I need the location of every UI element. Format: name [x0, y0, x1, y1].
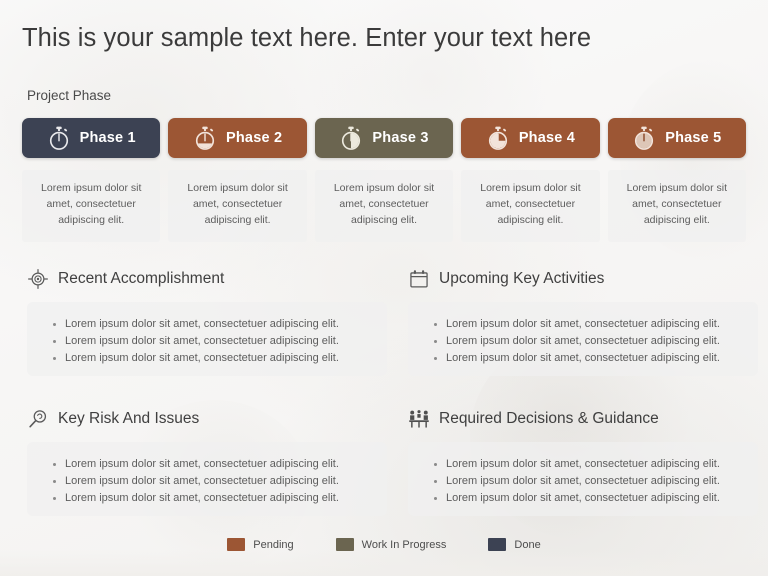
background-bottom-strip: [0, 550, 768, 576]
list-item: Lorem ipsum dolor sit amet, consectetuer…: [434, 490, 742, 507]
phase-pill-2[interactable]: Phase 2: [168, 118, 307, 158]
phase-body-4: Lorem ipsum dolor sit amet, consectetuer…: [461, 170, 600, 242]
stopwatch-icon: [49, 126, 68, 150]
stopwatch-icon: [342, 126, 361, 150]
phase-body-5: Lorem ipsum dolor sit amet, consectetuer…: [607, 170, 747, 242]
list-item: Lorem ipsum dolor sit amet, consectetuer…: [434, 456, 742, 473]
stopwatch-icon: [488, 126, 507, 150]
phase-pill-4[interactable]: Phase 4: [461, 118, 600, 158]
phase-body-3: Lorem ipsum dolor sit amet, consectetuer…: [314, 170, 454, 242]
section-title: Upcoming Key Activities: [439, 270, 605, 287]
phase-card-1[interactable]: Phase 1 Lorem ipsum dolor sit amet, cons…: [22, 118, 161, 242]
legend-item-done: Done: [488, 538, 541, 551]
section-title: Key Risk And Issues: [58, 410, 200, 427]
legend-item-work-in-progress: Work In Progress: [335, 538, 447, 551]
list-item: Lorem ipsum dolor sit amet, consectetuer…: [434, 350, 742, 367]
list-item: Lorem ipsum dolor sit amet, consectetuer…: [53, 316, 371, 333]
slide-canvas: This is your sample text here. Enter you…: [0, 0, 768, 576]
section-upcoming-key-activities: Upcoming Key Activities Lorem ipsum dolo…: [408, 266, 758, 376]
phase-card-2[interactable]: Phase 2 Lorem ipsum dolor sit amet, cons…: [168, 118, 307, 242]
section-body: Lorem ipsum dolor sit amet, consectetuer…: [408, 442, 758, 516]
page-title: This is your sample text here. Enter you…: [22, 24, 592, 52]
bullet-list: Lorem ipsum dolor sit amet, consectetuer…: [424, 316, 742, 367]
section-required-decisions-and-guidance: Required Decisions & Guidance Lorem ipsu…: [408, 406, 758, 516]
list-item: Lorem ipsum dolor sit amet, consectetuer…: [53, 473, 371, 490]
list-item: Lorem ipsum dolor sit amet, consectetuer…: [434, 333, 742, 350]
bullet-list: Lorem ipsum dolor sit amet, consectetuer…: [424, 456, 742, 507]
section-body: Lorem ipsum dolor sit amet, consectetuer…: [27, 442, 387, 516]
legend-label-pending: Pending: [253, 538, 294, 551]
section-recent-accomplishment: Recent Accomplishment Lorem ipsum dolor …: [27, 266, 387, 376]
legend-label-done: Done: [514, 538, 541, 551]
list-item: Lorem ipsum dolor sit amet, consectetuer…: [434, 473, 742, 490]
target-icon: [28, 269, 48, 289]
phase-label-2: Phase 2: [226, 130, 283, 146]
section-header: Upcoming Key Activities: [408, 266, 758, 292]
phase-label-1: Phase 1: [79, 130, 136, 146]
legend-item-pending: Pending: [227, 538, 294, 551]
phase-label-4: Phase 4: [518, 130, 576, 146]
section-header: Key Risk And Issues: [27, 406, 387, 432]
bullet-list: Lorem ipsum dolor sit amet, consectetuer…: [43, 316, 371, 367]
section-header: Required Decisions & Guidance: [408, 406, 758, 432]
phase-body-2: Lorem ipsum dolor sit amet, consectetuer…: [168, 170, 307, 242]
phase-body-1: Lorem ipsum dolor sit amet, consectetuer…: [22, 170, 161, 242]
meeting-icon: [409, 410, 429, 428]
list-item: Lorem ipsum dolor sit amet, consectetuer…: [53, 456, 371, 473]
phase-label-3: Phase 3: [372, 130, 429, 146]
phase-pill-1[interactable]: Phase 1: [22, 118, 161, 158]
list-item: Lorem ipsum dolor sit amet, consectetuer…: [53, 333, 371, 350]
phase-card-3[interactable]: Phase 3 Lorem ipsum dolor sit amet, cons…: [314, 118, 454, 242]
section-body: Lorem ipsum dolor sit amet, consectetuer…: [408, 302, 758, 376]
section-title: Required Decisions & Guidance: [439, 410, 659, 427]
list-item: Lorem ipsum dolor sit amet, consectetuer…: [53, 350, 371, 367]
phase-label-5: Phase 5: [665, 130, 722, 146]
legend-swatch-done: [488, 538, 507, 551]
legend-label-work-in-progress: Work In Progress: [361, 538, 447, 551]
list-item: Lorem ipsum dolor sit amet, consectetuer…: [434, 316, 742, 333]
phase-card-4[interactable]: Phase 4 Lorem ipsum dolor sit amet, cons…: [461, 118, 600, 242]
phase-row: Phase 1 Lorem ipsum dolor sit amet, cons…: [22, 118, 747, 242]
stopwatch-icon: [195, 126, 215, 150]
stopwatch-icon: [635, 126, 654, 150]
section-header: Recent Accomplishment: [27, 266, 387, 292]
section-key-risk-and-issues: Key Risk And Issues Lorem ipsum dolor si…: [27, 406, 387, 516]
magnifier-icon: [29, 410, 47, 428]
section-body: Lorem ipsum dolor sit amet, consectetuer…: [27, 302, 387, 376]
calendar-icon: [410, 270, 428, 288]
project-phase-label: Project Phase: [27, 88, 112, 103]
list-item: Lorem ipsum dolor sit amet, consectetuer…: [53, 490, 371, 507]
phase-card-5[interactable]: Phase 5 Lorem ipsum dolor sit amet, cons…: [607, 118, 747, 242]
section-title: Recent Accomplishment: [58, 270, 225, 287]
status-legend: Pending Work In Progress Done: [0, 538, 768, 551]
phase-pill-3[interactable]: Phase 3: [314, 118, 454, 158]
legend-swatch-work-in-progress: [335, 538, 354, 551]
bullet-list: Lorem ipsum dolor sit amet, consectetuer…: [43, 456, 371, 507]
phase-pill-5[interactable]: Phase 5: [607, 118, 747, 158]
legend-swatch-pending: [227, 538, 246, 551]
